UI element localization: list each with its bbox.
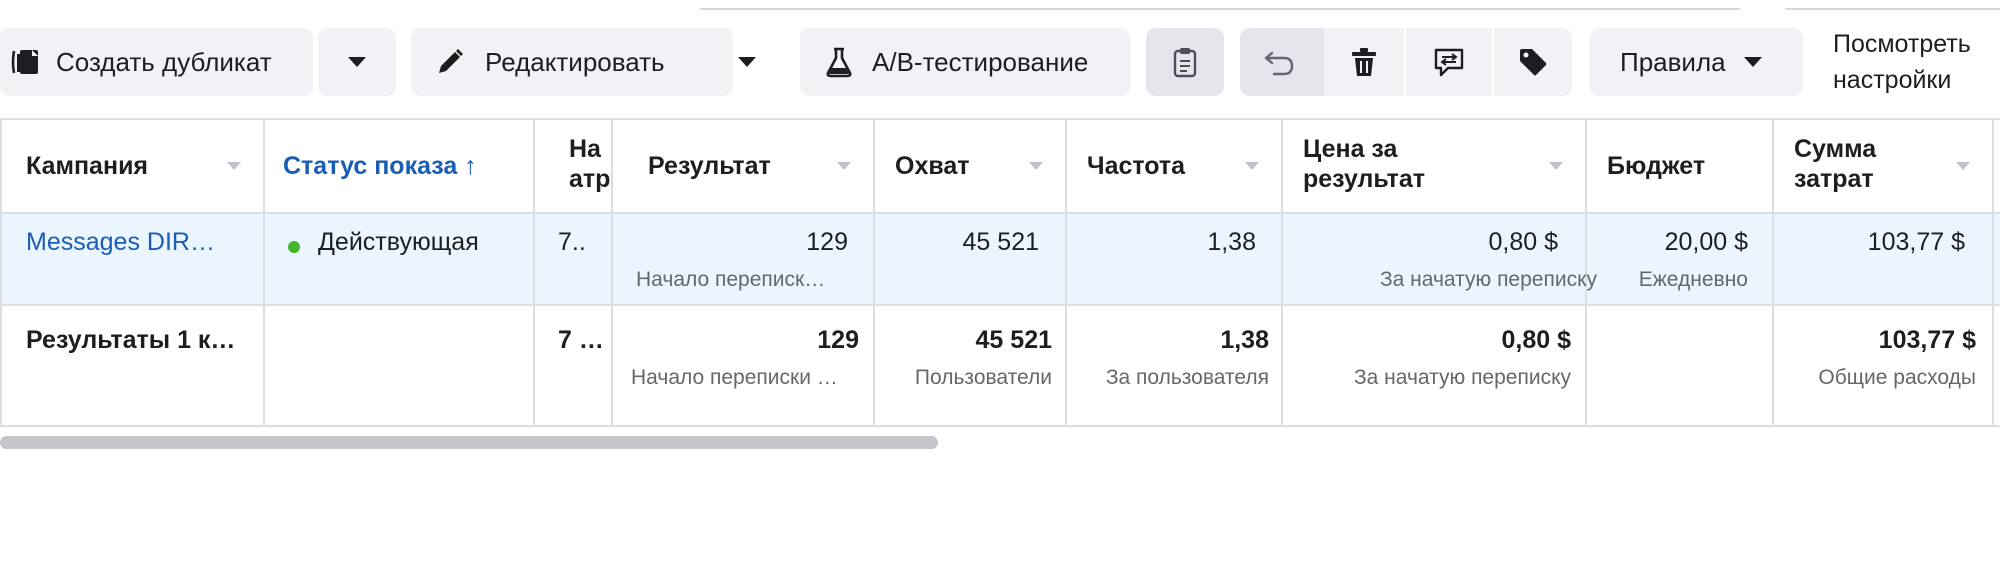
- summary-amount-spent-subtext: Общие расходы: [1818, 366, 1976, 389]
- sort-caret-icon[interactable]: [1029, 162, 1043, 170]
- duplicate-button[interactable]: Создать дубликат: [0, 28, 313, 96]
- col-header-amount-spent[interactable]: Сумма затрат: [1774, 118, 1992, 214]
- col-header-result[interactable]: Результат: [613, 118, 873, 214]
- cost-per-result-subtext: За начатую переписку: [1379, 268, 1597, 291]
- col-header-label: Сумма: [1794, 135, 1877, 163]
- undo-icon: [1262, 47, 1296, 77]
- col-header-cost-per-result[interactable]: Цена за результат: [1283, 118, 1585, 214]
- frequency-value: 1,38: [1207, 228, 1256, 256]
- duplicate-dropdown-button[interactable]: [318, 28, 396, 96]
- sort-caret-icon[interactable]: [1549, 162, 1563, 170]
- summary-result-value: 129: [817, 326, 859, 354]
- col-header-frequency[interactable]: Частота: [1067, 118, 1281, 214]
- summary-frequency-value: 1,38: [1220, 326, 1269, 354]
- col-header-budget[interactable]: Бюджет: [1587, 118, 1772, 214]
- edit-label: Редактировать: [485, 46, 665, 77]
- status-dot-icon: [288, 241, 300, 253]
- delivery-status: Действующая: [318, 228, 479, 256]
- col-header-label: Бюджет: [1607, 151, 1706, 180]
- cost-per-result-value: 0,80 $: [1488, 228, 1558, 256]
- budget-value: 20,00 $: [1664, 228, 1748, 256]
- col-header-label: результат: [1303, 165, 1425, 193]
- col-header-label: Статус показа ↑: [283, 151, 477, 180]
- result-subtext: Начало переписк…: [636, 268, 826, 291]
- col-header-label: Цена за: [1303, 135, 1398, 163]
- reach-value: 45 521: [962, 228, 1039, 256]
- amount-spent-value: 103,77 $: [1867, 228, 1965, 256]
- col-header-attribution[interactable]: На атр: [535, 118, 611, 214]
- edit-button[interactable]: Редактировать: [411, 28, 733, 96]
- col-header-label: Охват: [895, 151, 970, 180]
- summary-reach-value: 45 521: [975, 326, 1052, 354]
- result-value: 129: [806, 228, 848, 256]
- col-header-reach[interactable]: Охват: [875, 118, 1065, 214]
- view-settings-link[interactable]: Посмотреть настройки: [1833, 26, 1971, 98]
- horizontal-scrollbar[interactable]: [0, 436, 938, 449]
- divider: [0, 304, 2000, 306]
- duplicate-label: Создать дубликат: [56, 46, 272, 77]
- clipboard-icon: [1172, 46, 1198, 78]
- summary-cost-per-result-subtext: За начатую переписку: [1353, 366, 1571, 389]
- col-header-label: Кампания: [26, 151, 149, 180]
- sort-caret-icon[interactable]: [1245, 162, 1259, 170]
- caret-down-icon: [1743, 57, 1762, 67]
- divider: [0, 425, 2000, 427]
- pencil-icon: [435, 47, 465, 77]
- sort-caret-icon[interactable]: [1956, 162, 1970, 170]
- col-header-label: Результат: [648, 151, 771, 180]
- col-header-delivery-status[interactable]: Статус показа ↑: [265, 118, 533, 214]
- view-settings-line1: Посмотреть: [1833, 30, 1971, 58]
- summary-frequency-subtext: За пользователя: [1105, 366, 1269, 389]
- ab-test-button[interactable]: A/B-тестирование: [800, 28, 1130, 96]
- col-header-label: На: [569, 135, 601, 163]
- edit-dropdown-button[interactable]: [708, 28, 786, 96]
- campaign-name-link[interactable]: Messages DIR…: [26, 228, 215, 257]
- col-header-label: Частота: [1087, 151, 1186, 180]
- caret-down-icon: [348, 57, 366, 67]
- trash-icon: [1350, 46, 1378, 78]
- divider: [1992, 118, 1994, 427]
- summary-cost-per-result-value: 0,80 $: [1501, 326, 1571, 354]
- summary-reach-subtext: Пользователи: [914, 366, 1052, 389]
- summary-amount-spent-value: 103,77 $: [1878, 326, 1976, 354]
- attribution-value: 7..: [558, 228, 586, 256]
- campaign-table: Кампания Статус показа ↑ На атр Результа…: [0, 118, 2000, 428]
- col-header-campaign[interactable]: Кампания: [2, 118, 263, 214]
- budget-subtext: Ежедневно: [1638, 268, 1748, 291]
- caret-down-icon: [738, 57, 756, 67]
- delete-button[interactable]: [1324, 28, 1404, 96]
- summary-label: Результаты 1 к…: [26, 326, 236, 354]
- clipboard-button[interactable]: [1146, 28, 1224, 96]
- undo-button[interactable]: [1240, 47, 1318, 77]
- export-button[interactable]: [1406, 28, 1492, 96]
- ab-test-label: A/B-тестирование: [872, 46, 1089, 77]
- sort-caret-icon[interactable]: [227, 162, 241, 170]
- swap-icon: [1432, 46, 1466, 78]
- tag-button[interactable]: [1494, 28, 1572, 96]
- toolbar: Создать дубликат Редактировать A/B-тести…: [0, 0, 2000, 110]
- tag-icon: [1517, 46, 1549, 78]
- summary-attribution: 7 …: [558, 326, 604, 354]
- col-header-label: атр: [569, 165, 611, 193]
- duplicate-icon: [8, 47, 48, 77]
- rules-button[interactable]: Правила: [1590, 28, 1803, 96]
- flask-icon: [824, 46, 854, 78]
- summary-result-subtext: Начало переписки …: [631, 366, 838, 389]
- sort-caret-icon[interactable]: [837, 162, 851, 170]
- rules-label: Правила: [1620, 46, 1726, 77]
- view-settings-line2: настройки: [1833, 66, 1952, 94]
